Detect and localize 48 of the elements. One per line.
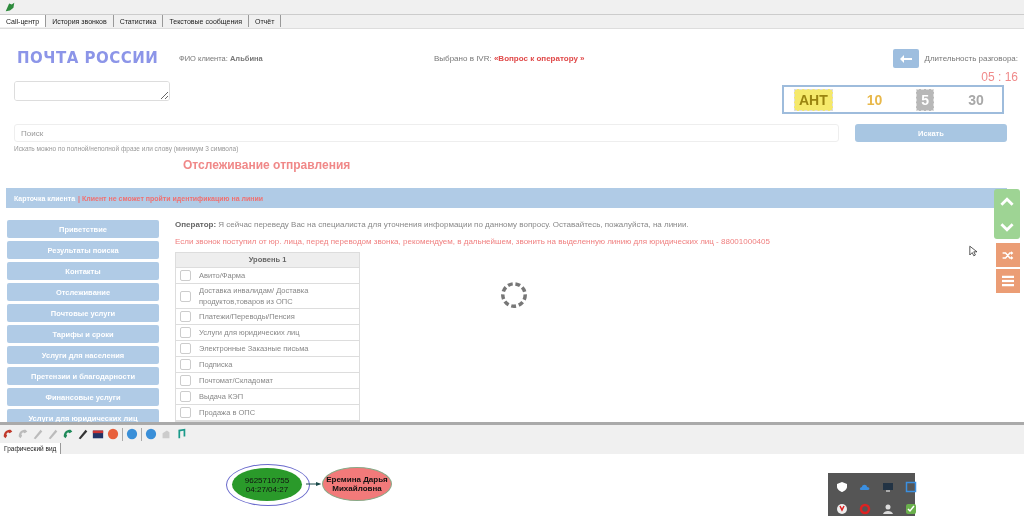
checkbox[interactable]	[180, 407, 191, 418]
agent-name: Еремина Дарья Михайловна	[326, 475, 388, 493]
chevron-down-icon	[1000, 221, 1014, 232]
checkbox[interactable]	[180, 391, 191, 402]
shield-icon[interactable]	[836, 481, 848, 493]
checkbox[interactable]	[180, 270, 191, 281]
checkbox[interactable]	[180, 375, 191, 386]
person-icon[interactable]	[882, 502, 894, 515]
list-button[interactable]	[996, 269, 1020, 293]
logo: ПОЧТА РОССИИ	[17, 49, 160, 67]
call-timer: 05 : 16	[981, 70, 1018, 84]
operator-script: Оператор: Я сейчас переведу Вас на специалиста для уточнения информации по данному вопросу. Оставайтесь, пожалуйста, на линии.	[175, 220, 690, 229]
monitor-icon[interactable]	[882, 481, 894, 493]
loading-spinner-icon	[500, 281, 528, 309]
frame-icon[interactable]	[905, 481, 917, 493]
section-title: Отслеживание отправления	[183, 158, 352, 172]
back-button[interactable]	[892, 49, 919, 68]
ivr-choice: Выбрано в IVR: «Вопрос к оператору »	[434, 53, 585, 63]
call-time: 04:27/04:27	[245, 484, 289, 494]
checkbox[interactable]	[180, 311, 191, 322]
notice-text: Если звонок поступил от юр. лица, перед переводом звонка, рекомендуем, в дальнейшем, звонить на выделенную линию для юридических лиц - 88001000405	[175, 237, 770, 246]
checkbox[interactable]	[180, 359, 191, 370]
phone-icon[interactable]	[62, 428, 74, 440]
duration-label: Длительность разговора:	[924, 54, 1018, 63]
app-icon[interactable]	[4, 1, 16, 13]
pen-icon[interactable]	[77, 428, 89, 440]
caller-number: 9625710755	[244, 475, 290, 485]
checkbox[interactable]	[180, 343, 191, 354]
comment-field[interactable]	[14, 81, 170, 101]
mouse-cursor-icon	[969, 245, 977, 257]
agent-node[interactable]: Еремина Дарья Михайловна	[322, 467, 392, 501]
checkbox[interactable]	[180, 327, 191, 338]
check-icon[interactable]	[905, 502, 917, 515]
card-icon[interactable]	[92, 428, 104, 440]
ring-icon[interactable]	[859, 502, 871, 515]
checkbox[interactable]	[180, 290, 191, 302]
list-icon	[1002, 274, 1014, 288]
caller-node[interactable]: 9625710755 04:27/04:27	[232, 468, 302, 501]
counter: 30	[968, 91, 984, 108]
search-field[interactable]: Поиск	[14, 124, 839, 142]
phone-icon[interactable]	[2, 428, 14, 440]
counter: 10	[866, 91, 883, 108]
counter: 5	[916, 88, 935, 111]
counter: АНТ	[794, 88, 833, 111]
chevron-up-icon	[1000, 196, 1014, 207]
arrow-left-icon	[899, 54, 912, 63]
shuffle-button[interactable]	[996, 243, 1020, 267]
arrow	[306, 480, 322, 488]
